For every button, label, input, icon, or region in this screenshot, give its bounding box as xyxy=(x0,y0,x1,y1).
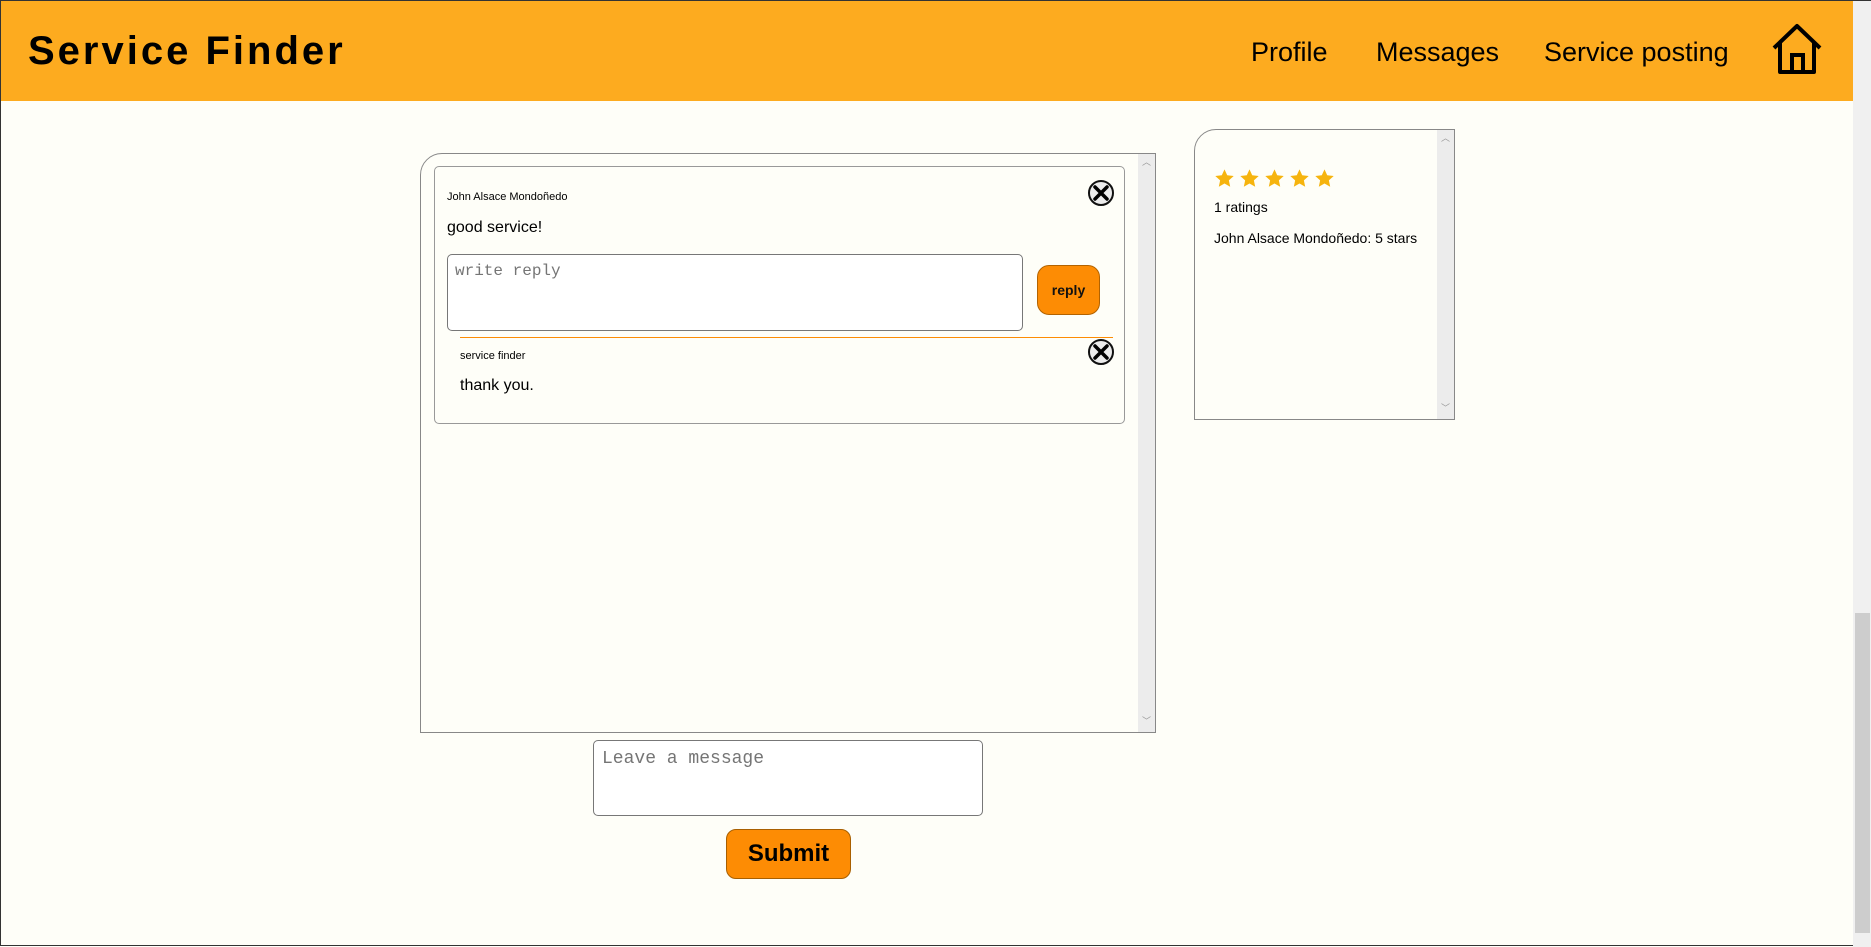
home-icon[interactable] xyxy=(1770,22,1824,76)
reply-text: thank you. xyxy=(460,377,534,394)
nav-messages[interactable]: Messages xyxy=(1376,37,1499,68)
ratings-count: 1 ratings xyxy=(1214,199,1268,215)
page-scrollbar-thumb[interactable] xyxy=(1855,613,1870,933)
comment-author: John Alsace Mondoñedo xyxy=(447,191,568,203)
nav-service-posting[interactable]: Service posting xyxy=(1544,37,1729,68)
star-icon xyxy=(1240,169,1259,187)
ratings-panel: ︿ ﹀ 1 ratings John Alsace Mondoñedo: 5 s… xyxy=(1194,129,1455,420)
comment-text: good service! xyxy=(447,219,543,236)
rating-entry: John Alsace Mondoñedo: 5 stars xyxy=(1214,230,1418,246)
reply-input[interactable] xyxy=(447,254,1023,331)
close-icon xyxy=(1093,344,1109,360)
delete-reply-button[interactable] xyxy=(1088,339,1114,365)
scroll-down-icon[interactable]: ﹀ xyxy=(1142,717,1151,726)
scroll-down-icon[interactable]: ﹀ xyxy=(1441,404,1450,413)
comment-card: John Alsace Mondoñedo good service! repl… xyxy=(434,166,1125,424)
message-input[interactable] xyxy=(593,740,983,816)
delete-comment-button[interactable] xyxy=(1088,180,1114,206)
close-icon xyxy=(1093,185,1109,201)
reply-button[interactable]: reply xyxy=(1037,265,1100,315)
star-rating xyxy=(1214,168,1335,189)
reply-author: service finder xyxy=(460,350,526,362)
brand-title: Service Finder xyxy=(28,29,346,73)
scroll-up-icon[interactable]: ︿ xyxy=(1441,134,1450,143)
scroll-up-icon[interactable]: ︿ xyxy=(1142,158,1151,167)
star-icon xyxy=(1265,169,1284,187)
comments-panel: ︿ ﹀ John Alsace Mondoñedo good service! … xyxy=(420,153,1156,733)
page-scrollbar[interactable] xyxy=(1853,1,1871,947)
nav-profile[interactable]: Profile xyxy=(1251,37,1328,68)
reply-divider xyxy=(460,337,1113,338)
star-icon xyxy=(1215,169,1234,187)
comments-scrollbar[interactable]: ︿ ﹀ xyxy=(1138,154,1155,732)
top-header: Service Finder Profile Messages Service … xyxy=(1,1,1853,101)
star-icon xyxy=(1315,169,1334,187)
ratings-scrollbar[interactable]: ︿ ﹀ xyxy=(1437,130,1454,419)
submit-button[interactable]: Submit xyxy=(726,829,851,879)
star-icon xyxy=(1290,169,1309,187)
